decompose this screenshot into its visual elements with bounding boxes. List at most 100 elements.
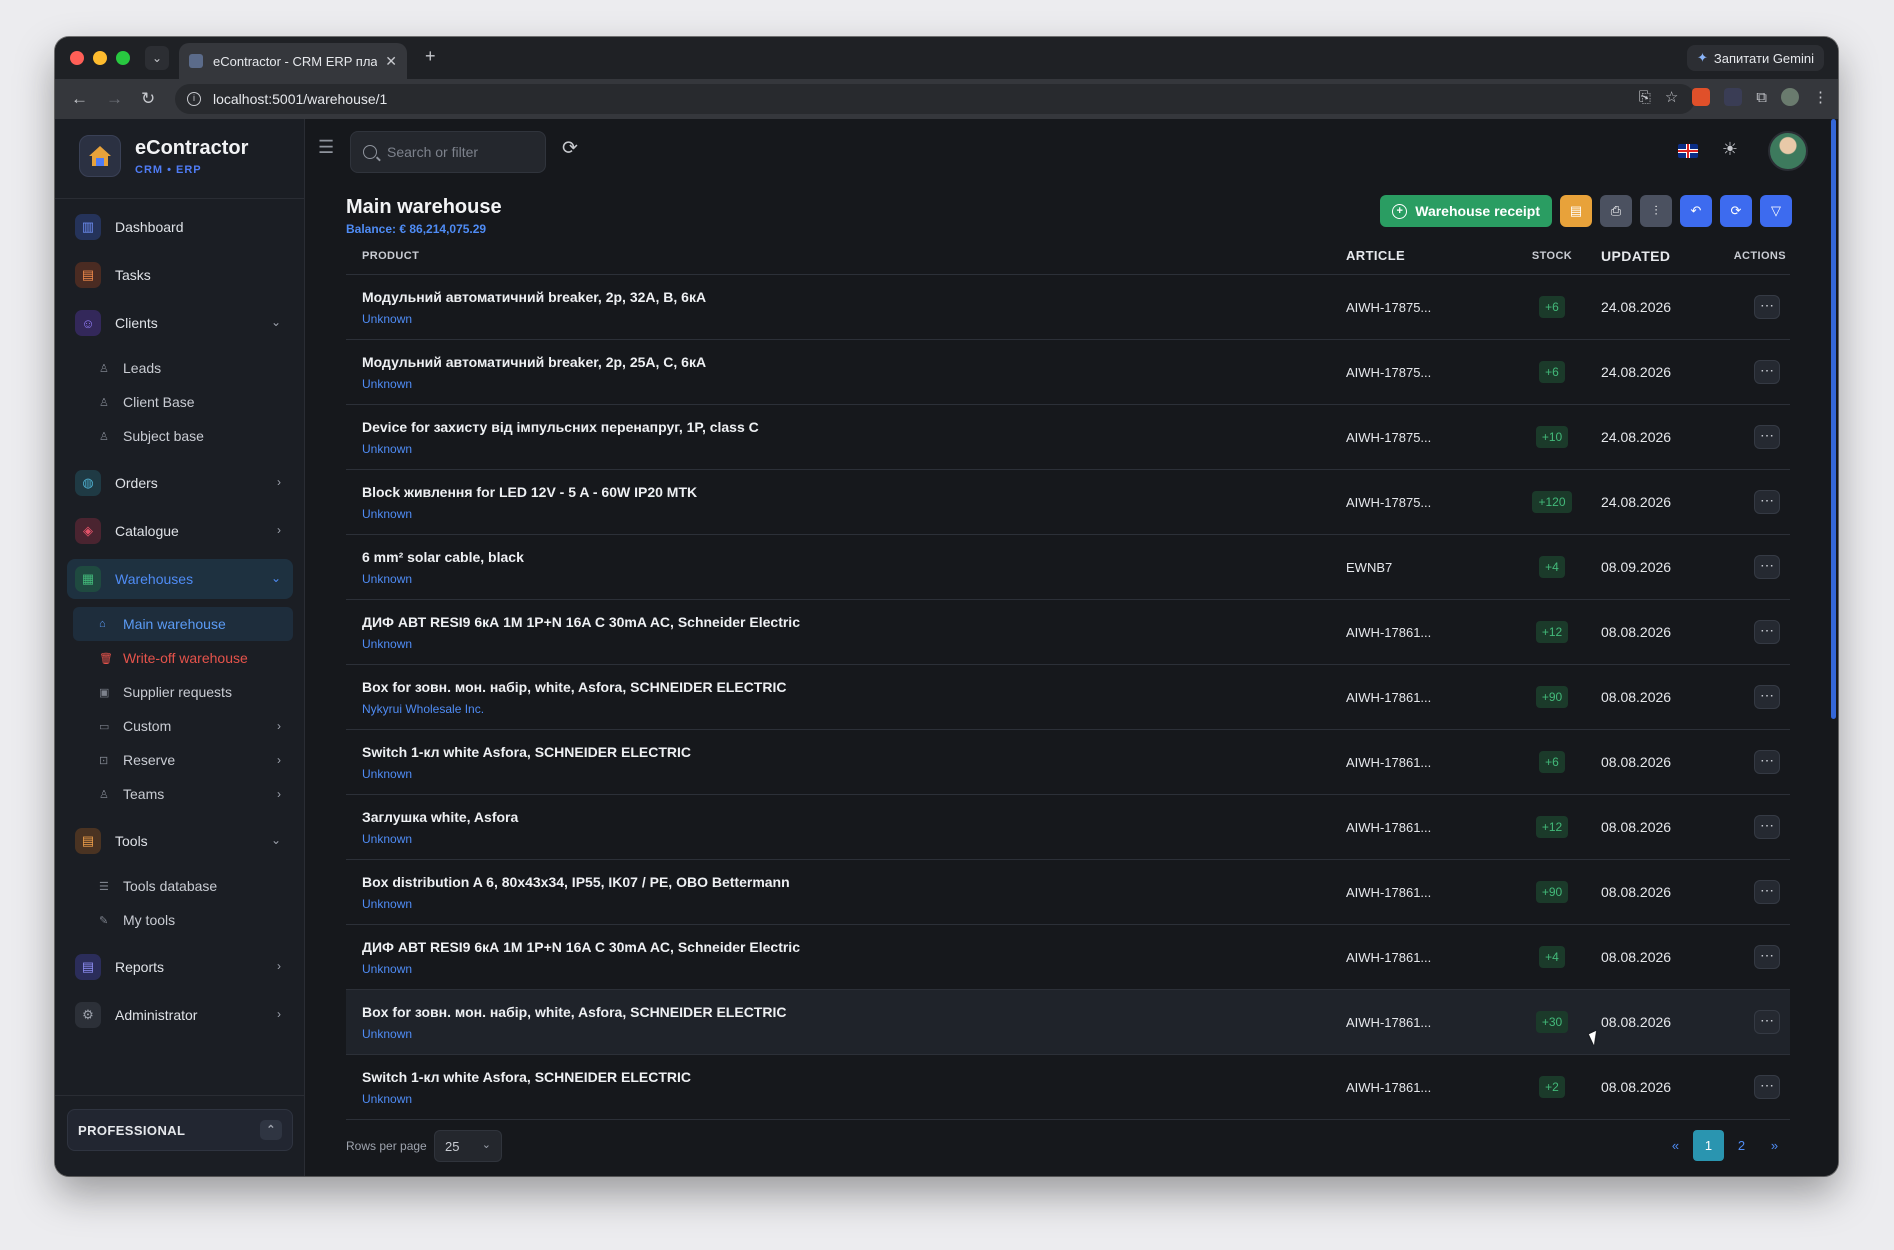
export-button[interactable]: ▤ (1560, 195, 1592, 227)
tab-list-chevron-icon[interactable]: ⌄ (145, 46, 169, 70)
product-name[interactable]: Модульний автоматичний breaker, 2p, 32A,… (362, 289, 1346, 305)
rows-per-page-select[interactable]: 25 ⌄ (434, 1130, 502, 1162)
site-info-icon[interactable]: i (187, 92, 201, 106)
table-row[interactable]: ДИФ АВТ RESI9 6кА 1М 1P+N 16A C 30mA AC,… (346, 600, 1790, 665)
page-button-2[interactable]: 2 (1726, 1130, 1757, 1161)
product-supplier-link[interactable]: Unknown (362, 962, 1346, 976)
sidebar-subitem-reserve[interactable]: ⊡ Reserve › (73, 743, 293, 777)
table-row[interactable]: Box for зовн. мон. набір, white, Asfora,… (346, 665, 1790, 730)
sidebar-subitem-supplier-requests[interactable]: ▣ Supplier requests (73, 675, 293, 709)
browser-tab-active[interactable]: eContractor - CRM ERP плат ✕ (179, 43, 407, 79)
header-updated[interactable]: UPDATED (1593, 248, 1713, 264)
product-name[interactable]: Box for зовн. мон. набір, white, Asfora,… (362, 1004, 1346, 1020)
filter-button[interactable]: ▽ (1760, 195, 1792, 227)
sidebar-subitem-custom[interactable]: ▭ Custom › (73, 709, 293, 743)
header-product[interactable]: PRODUCT (346, 250, 1346, 262)
undo-button[interactable]: ↶ (1680, 195, 1712, 227)
new-tab-plus-icon[interactable]: + (425, 46, 436, 67)
product-supplier-link[interactable]: Unknown (362, 572, 1346, 586)
refresh-icon[interactable]: ⟳ (562, 137, 578, 160)
sidebar-item-warehouses[interactable]: ▦ Warehouses ⌄ (67, 559, 293, 599)
sidebar-subitem-teams[interactable]: ♙ Teams › (73, 777, 293, 811)
forward-arrow-icon[interactable]: → (106, 89, 123, 109)
product-supplier-link[interactable]: Unknown (362, 377, 1346, 391)
sidebar-subitem-writeoff-warehouse[interactable]: 🗑 Write-off warehouse (73, 641, 293, 675)
product-name[interactable]: Switch 1-кл white Asfora, SCHNEIDER ELEC… (362, 1069, 1346, 1085)
table-row[interactable]: Switch 1-кл white Asfora, SCHNEIDER ELEC… (346, 1055, 1790, 1120)
more-actions-icon[interactable]: ⋯ (1754, 880, 1780, 904)
header-article[interactable]: ARTICLE (1346, 248, 1511, 263)
product-name[interactable]: Box distribution A 6, 80x43x34, IP55, IK… (362, 874, 1346, 890)
minimize-window-button[interactable] (93, 51, 107, 65)
product-supplier-link[interactable]: Unknown (362, 767, 1346, 781)
prev-page-button[interactable]: « (1660, 1130, 1691, 1161)
table-row[interactable]: Device for захисту від імпульсних перена… (346, 405, 1790, 470)
sidebar-subitem-main-warehouse[interactable]: ⌂ Main warehouse (73, 607, 293, 641)
back-arrow-icon[interactable]: ← (71, 89, 88, 109)
sidebar-item-tasks[interactable]: ▤ Tasks (67, 255, 293, 295)
sidebar-item-catalogue[interactable]: ◈ Catalogue › (67, 511, 293, 551)
extension-icon[interactable] (1692, 88, 1711, 106)
more-actions-icon[interactable]: ⋯ (1754, 815, 1780, 839)
sidebar-item-administrator[interactable]: ⚙ Administrator › (67, 995, 293, 1035)
table-row[interactable]: Модульний автоматичний breaker, 2p, 32A,… (346, 275, 1790, 340)
sync-button[interactable]: ⟳ (1720, 195, 1752, 227)
next-page-button[interactable]: » (1759, 1130, 1790, 1161)
table-row[interactable]: Box for зовн. мон. набір, white, Asfora,… (346, 990, 1790, 1055)
product-name[interactable]: Модульний автоматичний breaker, 2p, 25A,… (362, 354, 1346, 370)
sidebar-subitem-tools-database[interactable]: ☰ Tools database (73, 869, 293, 903)
more-actions-icon[interactable]: ⋯ (1754, 360, 1780, 384)
more-actions-icon[interactable]: ⋯ (1754, 1075, 1780, 1099)
sidebar-subitem-my-tools[interactable]: ✎ My tools (73, 903, 293, 937)
table-row[interactable]: Switch 1-кл white Asfora, SCHNEIDER ELEC… (346, 730, 1790, 795)
sidebar-item-clients[interactable]: ☺ Clients ⌄ (67, 303, 293, 343)
profile-icon[interactable] (1781, 88, 1799, 106)
more-actions-icon[interactable]: ⋯ (1754, 1010, 1780, 1034)
install-app-icon[interactable]: ⎘ (1639, 89, 1651, 106)
brand-logo-icon[interactable] (79, 135, 121, 177)
product-name[interactable]: ДИФ АВТ RESI9 6кА 1М 1P+N 16A C 30mA AC,… (362, 939, 1346, 955)
sidebar-item-dashboard[interactable]: ▥ Dashboard (67, 207, 293, 247)
product-supplier-link[interactable]: Unknown (362, 832, 1346, 846)
more-actions-icon[interactable]: ⋯ (1754, 750, 1780, 774)
plan-badge[interactable]: PROFESSIONAL ⌃ (67, 1109, 293, 1151)
table-row[interactable]: 6 mm² solar cable, black Unknown EWNB7 +… (346, 535, 1790, 600)
extension-figma-icon[interactable] (1724, 88, 1743, 106)
menu-toggle-icon[interactable]: ☰ (318, 137, 334, 158)
product-name[interactable]: ДИФ АВТ RESI9 6кА 1М 1P+N 16A C 30mA AC,… (362, 614, 1346, 630)
sidebar-subitem-subject-base[interactable]: ♙ Subject base (73, 419, 293, 453)
browser-menu-icon[interactable]: ⋮ (1813, 88, 1828, 106)
table-row[interactable]: ДИФ АВТ RESI9 6кА 1М 1P+N 16A C 30mA AC,… (346, 925, 1790, 990)
sidebar-item-reports[interactable]: ▤ Reports › (67, 947, 293, 987)
product-supplier-link[interactable]: Nykyrui Wholesale Inc. (362, 702, 1346, 716)
product-name[interactable]: 6 mm² solar cable, black (362, 549, 1346, 565)
warehouse-receipt-button[interactable]: + Warehouse receipt (1380, 195, 1552, 227)
more-actions-icon[interactable]: ⋯ (1754, 945, 1780, 969)
table-row[interactable]: Заглушка white, Asfora Unknown AIWH-1786… (346, 795, 1790, 860)
page-button-1[interactable]: 1 (1693, 1130, 1724, 1161)
reload-icon[interactable]: ↻ (141, 89, 155, 109)
search-input[interactable]: Search or filter (350, 131, 546, 173)
bookmark-star-icon[interactable]: ☆ (1665, 88, 1678, 106)
url-field[interactable]: i localhost:5001/warehouse/1 (175, 84, 1695, 114)
chevron-up-icon[interactable]: ⌃ (260, 1120, 282, 1140)
product-supplier-link[interactable]: Unknown (362, 507, 1346, 521)
product-supplier-link[interactable]: Unknown (362, 1027, 1346, 1041)
product-name[interactable]: Заглушка white, Asfora (362, 809, 1346, 825)
extensions-puzzle-icon[interactable]: ⧉ (1756, 89, 1767, 106)
more-actions-icon[interactable]: ⋯ (1754, 685, 1780, 709)
more-actions-icon[interactable]: ⋯ (1754, 620, 1780, 644)
sidebar-item-orders[interactable]: ◍ Orders › (67, 463, 293, 503)
product-supplier-link[interactable]: Unknown (362, 1092, 1346, 1106)
more-actions-icon[interactable]: ⋯ (1754, 490, 1780, 514)
table-row[interactable]: Block живлення for LED 12V - 5 A - 60W I… (346, 470, 1790, 535)
more-actions-icon[interactable]: ⋯ (1754, 425, 1780, 449)
product-supplier-link[interactable]: Unknown (362, 442, 1346, 456)
product-supplier-link[interactable]: Unknown (362, 637, 1346, 651)
theme-sun-icon[interactable]: ☀ (1722, 139, 1738, 160)
product-name[interactable]: Device for захисту від імпульсних перена… (362, 419, 1346, 435)
maximize-window-button[interactable] (116, 51, 130, 65)
more-actions-icon[interactable]: ⋯ (1754, 295, 1780, 319)
language-flag-icon[interactable] (1678, 144, 1698, 158)
sidebar-item-tools[interactable]: ▤ Tools ⌄ (67, 821, 293, 861)
